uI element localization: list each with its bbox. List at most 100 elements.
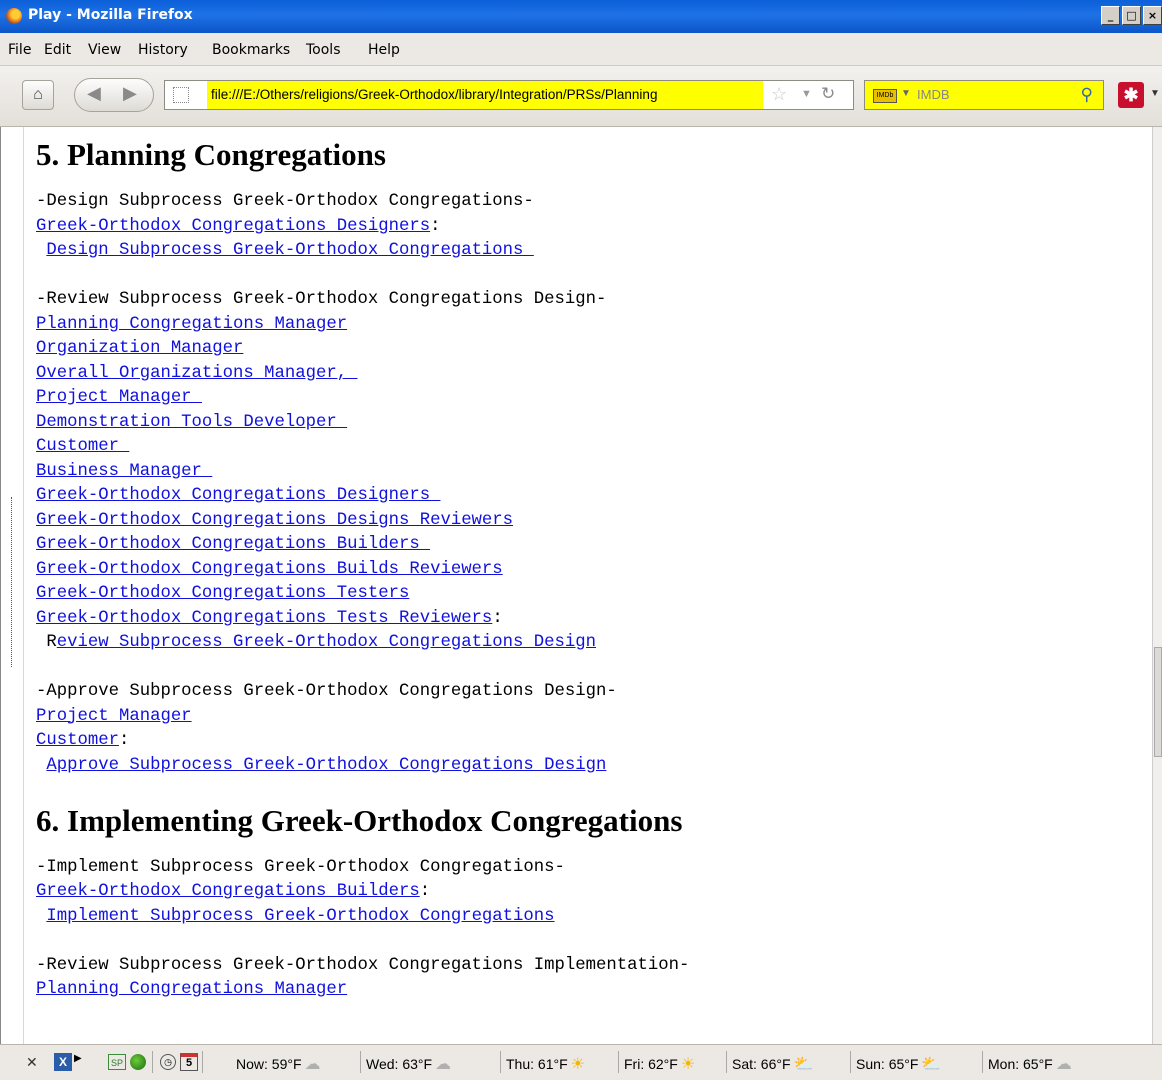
weather-day[interactable]: Now: 59°F ☁ <box>236 1054 321 1074</box>
weather-label: Thu: 61°F <box>506 1056 568 1072</box>
url-dropdown-icon[interactable]: ▼ <box>801 88 812 100</box>
role-suffix: : <box>430 216 441 236</box>
cloud-icon: ☁ <box>435 1056 452 1073</box>
role-line: Greek-Orthodox Congregations Builders <box>36 533 606 558</box>
sidebar-splitter[interactable] <box>1 127 24 1044</box>
weather-label: Now: 59°F <box>236 1056 302 1072</box>
menu-file[interactable]: File <box>8 42 31 58</box>
subprocess-block: -Implement Subprocess Greek-Orthodox Con… <box>36 856 565 930</box>
weather-label: Sat: 66°F <box>732 1056 791 1072</box>
url-text[interactable]: file:///E:/Others/religions/Greek-Orthod… <box>207 81 763 109</box>
role-link[interactable]: Overall Organizations Manager, <box>36 364 357 383</box>
role-link[interactable]: Greek-Orthodox Congregations Builders <box>36 535 430 554</box>
action-prefix: R <box>36 633 57 652</box>
maximize-button[interactable]: □ <box>1122 6 1141 25</box>
action-prefix <box>36 907 46 926</box>
section-heading: 6. Implementing Greek-Orthodox Congregat… <box>36 802 683 838</box>
bookmark-star-icon[interactable]: ☆ <box>771 84 787 105</box>
search-bar[interactable]: IMDb ▼ IMDB ⚲ <box>864 80 1104 110</box>
weather-day[interactable]: Sat: 66°F ⛅ <box>732 1054 813 1074</box>
addon-x-icon[interactable]: X <box>54 1053 72 1071</box>
role-link[interactable]: Project Manager <box>36 388 202 407</box>
subprocess-link[interactable]: eview Subprocess Greek-Orthodox Congrega… <box>57 633 596 652</box>
back-forward-group: ◀ ▶ <box>74 78 154 112</box>
role-link[interactable]: Greek-Orthodox Congregations Tests Revie… <box>36 609 492 628</box>
search-icon[interactable]: ⚲ <box>1081 85 1093 105</box>
subprocess-title: -Design Subprocess Greek-Orthodox Congre… <box>36 192 534 211</box>
subprocess-link[interactable]: Implement Subprocess Greek-Orthodox Cong… <box>46 907 554 926</box>
page-icon <box>173 87 189 103</box>
role-link[interactable]: Greek-Orthodox Congregations Builders <box>36 882 420 901</box>
splitter-grip[interactable] <box>11 497 14 667</box>
scrollbar-thumb[interactable] <box>1154 647 1162 757</box>
vertical-scrollbar[interactable] <box>1152 127 1162 1044</box>
addon-dropdown-icon[interactable]: ▼ <box>1150 88 1160 99</box>
menu-view[interactable]: View <box>88 42 121 58</box>
window-controls: _ □ × <box>1099 6 1162 25</box>
addon-arrow-icon[interactable]: ▶ <box>74 1053 82 1064</box>
minimize-button[interactable]: _ <box>1101 6 1120 25</box>
role-suffix: : <box>492 608 503 628</box>
menu-bookmarks[interactable]: Bookmarks <box>212 42 290 58</box>
role-link[interactable]: Greek-Orthodox Congregations Designs Rev… <box>36 511 513 530</box>
url-bar[interactable]: file:///E:/Others/religions/Greek-Orthod… <box>164 80 854 110</box>
weather-day[interactable]: Wed: 63°F ☁ <box>366 1054 451 1074</box>
menu-history[interactable]: History <box>138 42 188 58</box>
role-suffix: : <box>118 731 130 750</box>
role-line: Overall Organizations Manager, <box>36 362 606 387</box>
search-placeholder[interactable]: IMDB <box>917 87 950 102</box>
role-link[interactable]: Organization Manager <box>36 339 243 358</box>
role-line: Project Manager <box>36 386 606 411</box>
menu-tools[interactable]: Tools <box>306 42 341 58</box>
reload-icon[interactable]: ↻ <box>821 84 835 104</box>
role-line: Greek-Orthodox Congregations Builds Revi… <box>36 558 606 583</box>
weather-day[interactable]: Thu: 61°F ☀ <box>506 1054 585 1074</box>
back-arrow-icon[interactable]: ◀ <box>87 83 101 104</box>
role-line: Greek-Orthodox Congregations Testers <box>36 582 606 607</box>
forward-arrow-icon[interactable]: ▶ <box>123 83 137 104</box>
role-link[interactable]: Project Manager <box>36 707 192 726</box>
weather-day[interactable]: Sun: 65°F ⛅ <box>856 1054 941 1074</box>
role-link[interactable]: Customer <box>36 437 129 456</box>
imdb-engine-icon[interactable]: IMDb <box>873 89 897 103</box>
role-link[interactable]: Greek-Orthodox Congregations Designers <box>36 217 430 236</box>
role-line: Customer <box>36 435 606 460</box>
subprocess-block: -Review Subprocess Greek-Orthodox Congre… <box>36 288 606 656</box>
green-status-icon[interactable] <box>130 1054 146 1070</box>
action-line: Review Subprocess Greek-Orthodox Congreg… <box>36 631 606 656</box>
menu-edit[interactable]: Edit <box>44 42 71 58</box>
weather-day[interactable]: Fri: 62°F ☀ <box>624 1054 695 1074</box>
calendar-icon[interactable]: 5 <box>180 1053 198 1071</box>
menu-help[interactable]: Help <box>368 42 400 58</box>
partly-cloudy-icon: ⛅ <box>921 1056 942 1073</box>
close-icon[interactable]: ✕ <box>26 1054 38 1071</box>
engine-dropdown-icon[interactable]: ▼ <box>901 88 911 99</box>
action-prefix <box>36 756 46 775</box>
subprocess-link[interactable]: Approve Subprocess Greek-Orthodox Congre… <box>46 756 606 775</box>
role-link[interactable]: Planning Congregations Manager <box>36 980 347 999</box>
role-link[interactable]: Planning Congregations Manager <box>36 315 347 334</box>
close-button[interactable]: × <box>1143 6 1162 25</box>
role-link[interactable]: Greek-Orthodox Congregations Builds Revi… <box>36 560 503 579</box>
subprocess-title: -Review Subprocess Greek-Orthodox Congre… <box>36 955 690 975</box>
subprocess-title: -Implement Subprocess Greek-Orthodox Con… <box>36 857 565 877</box>
sp-icon[interactable]: SP <box>108 1054 126 1070</box>
role-line: Greek-Orthodox Congregations Tests Revie… <box>36 607 606 632</box>
role-link[interactable]: Customer <box>36 731 119 750</box>
role-line: Greek-Orthodox Congregations Designers: <box>36 215 534 240</box>
page-content: 5. Planning Congregations -Design Subproc… <box>0 127 1153 1044</box>
menu-bar: File Edit View History Bookmarks Tools H… <box>0 33 1162 66</box>
firefox-icon <box>6 8 22 24</box>
addon-icon[interactable]: ✱ <box>1118 82 1144 108</box>
home-icon[interactable]: ⌂ <box>22 80 54 110</box>
subprocess-block: -Approve Subprocess Greek-Orthodox Congr… <box>36 680 617 778</box>
role-line: Business Manager <box>36 460 606 485</box>
clock-icon[interactable]: ◷ <box>160 1054 176 1070</box>
role-link[interactable]: Greek-Orthodox Congregations Designers <box>36 486 440 505</box>
role-link[interactable]: Demonstration Tools Developer <box>36 413 347 432</box>
subprocess-link[interactable]: Design Subprocess Greek-Orthodox Congreg… <box>46 241 533 260</box>
role-link[interactable]: Greek-Orthodox Congregations Testers <box>36 584 409 603</box>
role-line: Greek-Orthodox Congregations Designers <box>36 484 606 509</box>
weather-day[interactable]: Mon: 65°F ☁ <box>988 1054 1072 1074</box>
role-link[interactable]: Business Manager <box>36 462 212 481</box>
